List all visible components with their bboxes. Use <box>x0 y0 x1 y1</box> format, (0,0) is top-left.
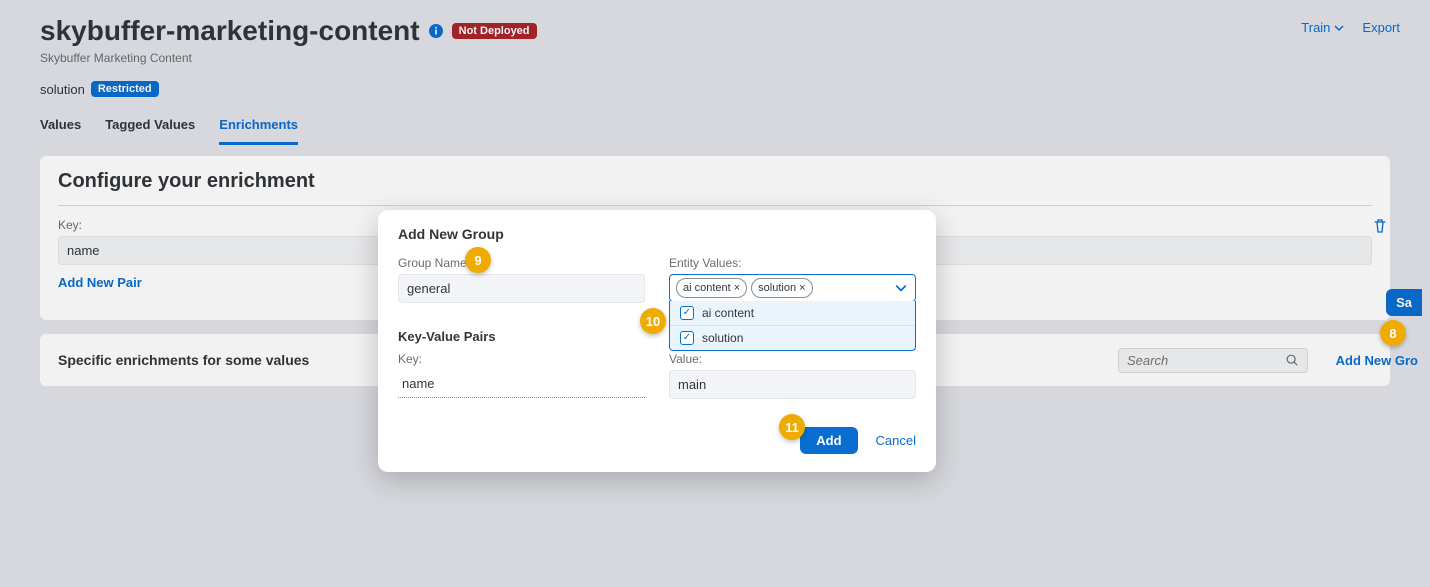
modal-footer: Add Cancel <box>398 427 916 454</box>
modal-key-label: Key: <box>398 352 645 366</box>
option-ai-content[interactable]: ai content <box>670 301 915 326</box>
chip-remove-icon[interactable]: × <box>799 282 805 294</box>
modal-title: Add New Group <box>398 226 916 242</box>
chip-label: solution <box>758 282 796 294</box>
modal-value-label: Value: <box>669 352 916 366</box>
chip-label: ai content <box>683 282 731 294</box>
add-button[interactable]: Add <box>800 427 857 454</box>
modal-key-input[interactable] <box>398 370 645 398</box>
step-marker-10: 10 <box>640 308 666 334</box>
option-label: solution <box>702 331 743 345</box>
add-group-modal: Add New Group Group Name: Entity Values:… <box>378 210 936 472</box>
entity-values-label: Entity Values: <box>669 256 916 270</box>
step-marker-9: 9 <box>465 247 491 273</box>
chip-solution[interactable]: solution × <box>751 278 812 298</box>
entity-values-multiselect[interactable]: ai content × solution × ai content <box>669 274 916 302</box>
chevron-down-icon[interactable] <box>895 282 907 294</box>
checkbox-icon[interactable] <box>680 331 694 345</box>
checkbox-icon[interactable] <box>680 306 694 320</box>
option-label: ai content <box>702 306 754 320</box>
chip-remove-icon[interactable]: × <box>734 282 740 294</box>
group-name-label: Group Name: <box>398 256 645 270</box>
step-marker-11: 11 <box>779 414 805 440</box>
modal-value-input[interactable] <box>669 370 916 399</box>
entity-values-dropdown: ai content solution <box>669 301 916 351</box>
group-name-input[interactable] <box>398 274 645 303</box>
option-solution[interactable]: solution <box>670 326 915 350</box>
chip-ai-content[interactable]: ai content × <box>676 278 747 298</box>
step-marker-8: 8 <box>1380 320 1406 346</box>
cancel-button[interactable]: Cancel <box>876 433 916 448</box>
